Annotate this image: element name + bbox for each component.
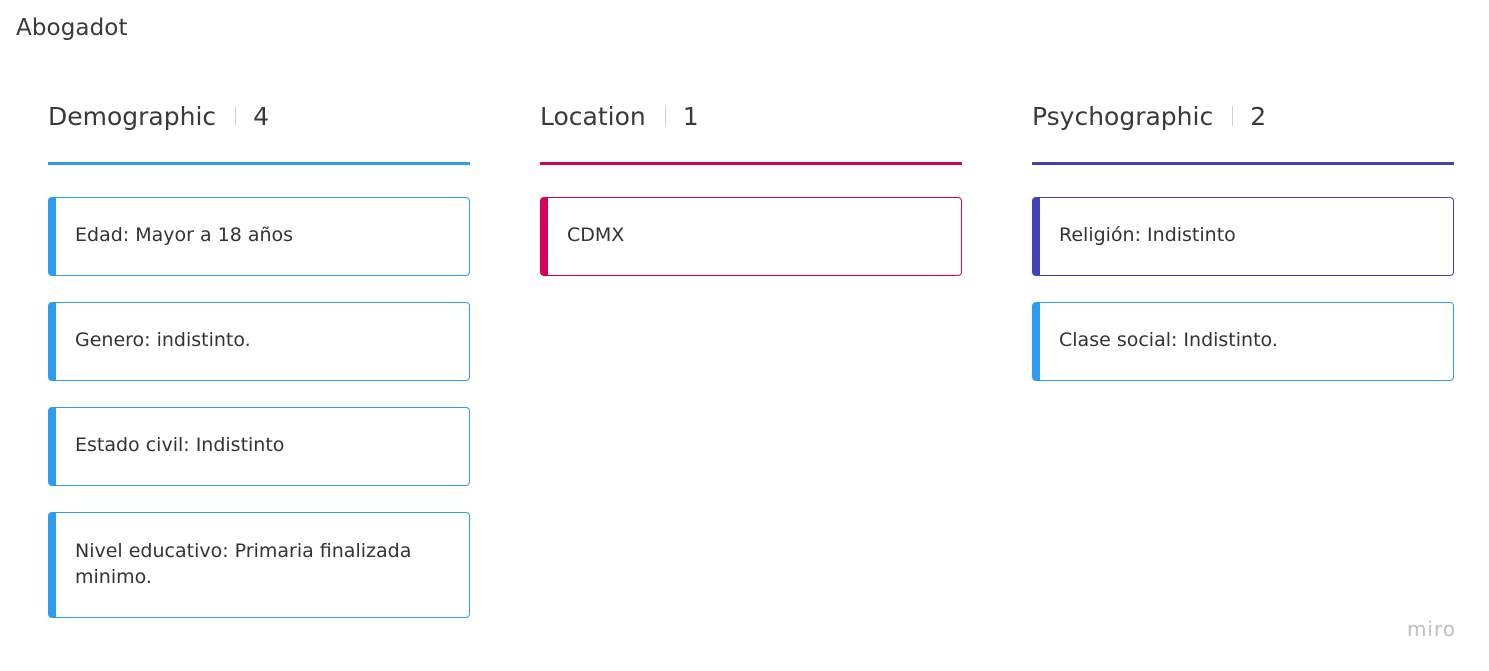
column-psychographic: Psychographic 2 Religión: Indistinto Cla… (1032, 96, 1454, 381)
card-location[interactable]: CDMX (540, 197, 962, 276)
card-text: Nivel educativo: Primaria finalizada min… (75, 540, 412, 588)
column-title: Demographic (48, 101, 217, 131)
card-list: Edad: Mayor a 18 años Genero: indistinto… (48, 197, 470, 644)
card-marital-status[interactable]: Estado civil: Indistinto (48, 407, 470, 486)
column-location: Location 1 CDMX (540, 96, 962, 276)
card-text: Edad: Mayor a 18 años (75, 224, 294, 246)
column-count: 2 (1250, 101, 1267, 131)
column-underline (48, 162, 470, 165)
card-text: CDMX (567, 224, 625, 246)
miro-watermark: miro (1406, 617, 1456, 641)
board-title: Abogadot (16, 15, 128, 41)
card-text: Religión: Indistinto (1059, 224, 1236, 246)
column-header-location[interactable]: Location 1 (540, 96, 962, 136)
column-header-demographic[interactable]: Demographic 4 (48, 96, 470, 136)
card-text: Clase social: Indistinto. (1059, 329, 1278, 351)
card-religion[interactable]: Religión: Indistinto (1032, 197, 1454, 276)
card-text: Estado civil: Indistinto (75, 434, 285, 456)
column-underline (540, 162, 962, 165)
header-divider (235, 106, 237, 126)
column-header-psychographic[interactable]: Psychographic 2 (1032, 96, 1454, 136)
card-list: CDMX (540, 197, 962, 302)
header-divider (664, 106, 666, 126)
column-count: 4 (253, 101, 270, 131)
column-title: Psychographic (1032, 101, 1214, 131)
card-social-class[interactable]: Clase social: Indistinto. (1032, 302, 1454, 381)
column-underline (1032, 162, 1454, 165)
header-divider (1232, 106, 1234, 126)
card-text: Genero: indistinto. (75, 329, 251, 351)
card-education[interactable]: Nivel educativo: Primaria finalizada min… (48, 512, 470, 618)
column-title: Location (540, 101, 646, 131)
column-demographic: Demographic 4 Edad: Mayor a 18 años Gene… (48, 96, 470, 618)
card-age[interactable]: Edad: Mayor a 18 años (48, 197, 470, 276)
card-gender[interactable]: Genero: indistinto. (48, 302, 470, 381)
column-count: 1 (682, 101, 699, 131)
card-list: Religión: Indistinto Clase social: Indis… (1032, 197, 1454, 407)
